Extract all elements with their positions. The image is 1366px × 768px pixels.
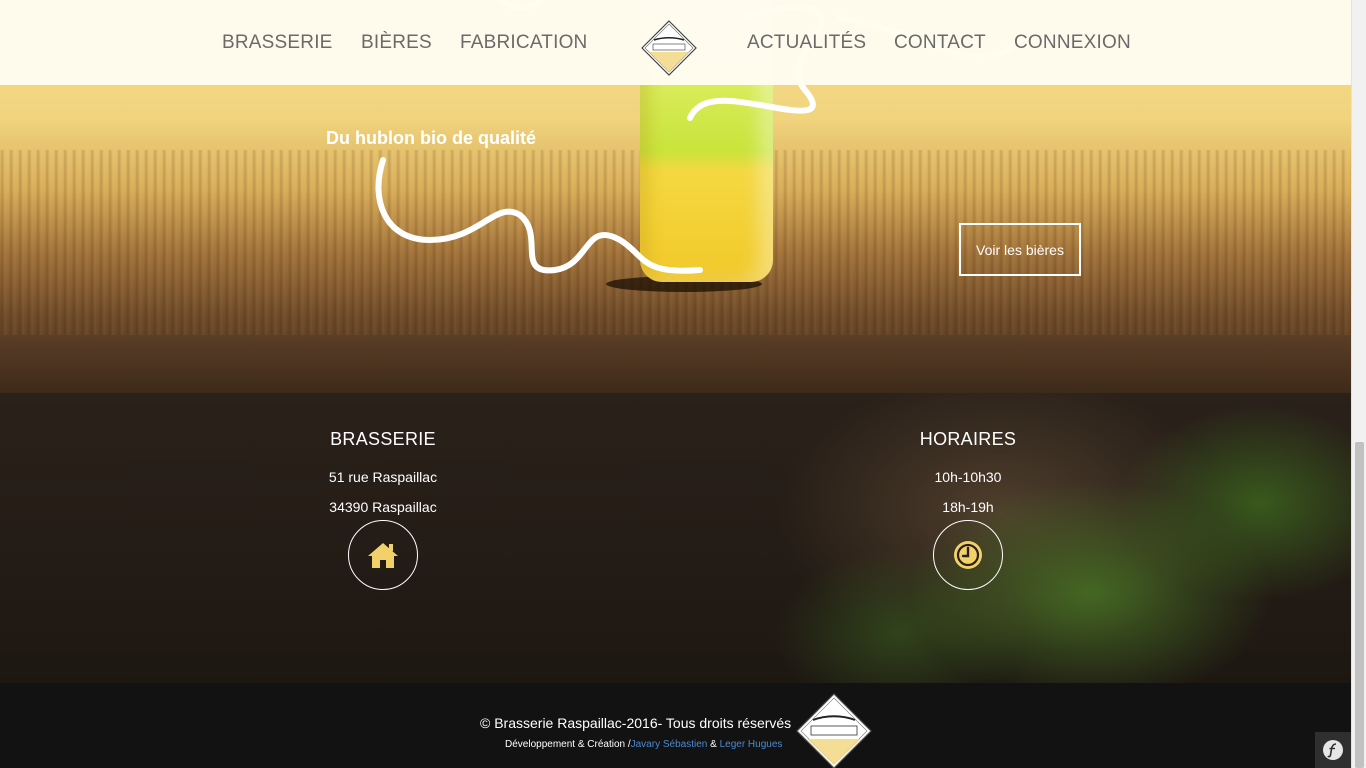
copyright-footer: © Brasserie Raspaillac-2016- Tous droits… [0,683,1351,768]
address-line-1: 51 rue Raspaillac [328,469,438,485]
hours-line-2: 18h-19h [942,499,994,515]
nav-fabrication[interactable]: FABRICATION [460,32,587,54]
hero-tagline: Du hublon bio de qualité [326,128,536,148]
horaires-title: HORAIRES [919,429,1017,449]
clock-icon [933,520,1003,590]
page-scrollbar[interactable] [1351,0,1366,768]
info-section: BRASSERIE 51 rue Raspaillac 34390 Raspai… [0,393,1351,683]
brasserie-info: BRASSERIE 51 rue Raspaillac 34390 Raspai… [283,429,483,522]
see-beers-button[interactable]: Voir les bières [959,223,1081,276]
nav-connexion[interactable]: CONNEXION [1014,32,1131,54]
raspaillac-footer-logo [796,693,872,768]
nav-actualites[interactable]: ACTUALITÉS [747,32,866,54]
nav-contact[interactable]: CONTACT [894,32,986,54]
main-navbar: BRASSERIE BIÈRES FABRICATION ACTUALITÉS … [0,0,1351,85]
nav-brasserie[interactable]: BRASSERIE [222,32,333,54]
brasserie-title: BRASSERIE [330,429,436,449]
home-icon [348,520,418,590]
author-link-javary[interactable]: Javary Sébastien [631,739,708,750]
scrollbar-thumb[interactable] [1355,442,1364,768]
hours-line-1: 10h-10h30 [934,469,1002,485]
copyright-text: © Brasserie Raspaillac-2016- Tous droits… [480,715,792,731]
credits-separator: & [707,739,720,750]
symfony-toolbar-icon[interactable] [1315,732,1351,768]
raspaillac-logo[interactable] [641,20,697,76]
address-line-2: 34390 Raspaillac [329,499,437,515]
author-link-leger[interactable]: Leger Hugues [720,739,783,750]
horaires-info: HORAIRES 10h-10h30 18h-19h [868,429,1068,522]
nav-bieres[interactable]: BIÈRES [361,32,432,54]
credits-line: Développement & Création /Javary Sébasti… [505,739,782,750]
credits-prefix: Développement & Création / [505,739,631,750]
